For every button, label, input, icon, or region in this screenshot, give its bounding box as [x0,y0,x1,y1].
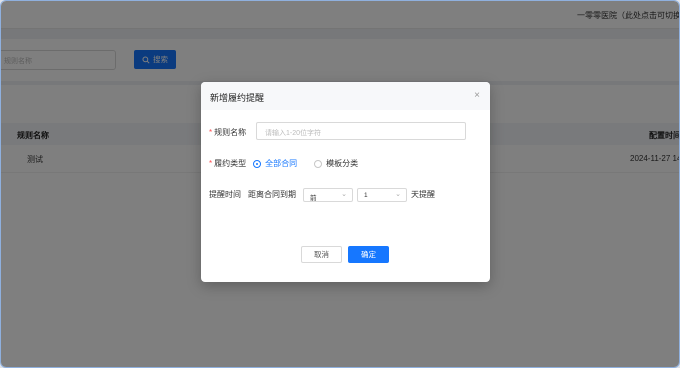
remind-direction-value: 前 [310,195,317,202]
chevron-down-icon: ⌄ [395,191,401,198]
radio-template-category-label: 模板分类 [326,159,359,168]
dialog-header: 新增履约提醒 × [201,82,490,110]
close-icon[interactable]: × [474,90,480,101]
remind-prefix: 距离合同到期 [248,190,296,199]
rule-name-label: 规则名称 [214,128,247,137]
confirm-button[interactable]: 确定 [348,246,389,263]
remind-days-value: 1 [364,192,368,199]
remind-time-row: 提醒时间 距离合同到期 [209,189,296,200]
remind-direction-select[interactable]: 前 ⌄ [303,188,353,202]
radio-checked-icon [253,159,262,168]
add-reminder-dialog: 新增履约提醒 × * 规则名称 请输入1-20位字符 * 履约类型 全部合同 模… [201,82,490,282]
remind-suffix-row: 天提醒 [411,189,435,200]
remind-days-select[interactable]: 1 ⌄ [357,188,407,202]
radio-all-contracts-label: 全部合同 [265,159,298,168]
required-mark: * [209,128,213,137]
radio-all-contracts[interactable]: 全部合同 [253,158,297,169]
radio-template-category[interactable]: 模板分类 [314,158,358,169]
cancel-button[interactable]: 取消 [301,246,342,263]
radio-unchecked-icon [314,159,323,168]
contract-type-label: 履约类型 [214,159,247,168]
dialog-title: 新增履约提醒 [210,93,265,103]
rule-name-input[interactable]: 请输入1-20位字符 [256,122,466,140]
app-window: 一零零医院（此处点击可切换 规则名称 搜索 规则名称 配置时间 测试 2024-… [0,0,680,368]
remind-suffix: 天提醒 [411,190,435,199]
chevron-down-icon: ⌄ [341,191,347,198]
contract-type-row: * 履约类型 全部合同 模板分类 [209,158,358,169]
remind-time-label: 提醒时间 [209,190,241,199]
required-mark: * [209,159,213,168]
rule-name-row: * 规则名称 [209,127,246,138]
